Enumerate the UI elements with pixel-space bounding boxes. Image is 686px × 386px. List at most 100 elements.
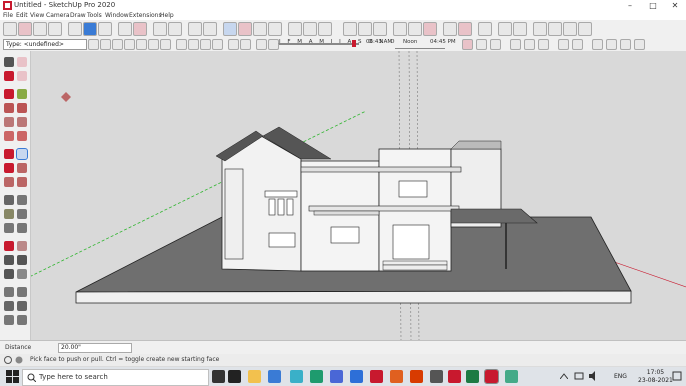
menu-draw[interactable]: Draw bbox=[70, 11, 86, 20]
arc-icon[interactable] bbox=[4, 131, 14, 141]
sketchup-active-icon[interactable] bbox=[484, 369, 499, 384]
zoom-icon[interactable] bbox=[4, 255, 14, 265]
tape-measure-icon[interactable] bbox=[268, 22, 282, 36]
acrobat-icon[interactable] bbox=[448, 370, 461, 383]
menu-edit[interactable]: Edit bbox=[16, 11, 28, 20]
extension-warehouse-icon[interactable] bbox=[443, 22, 457, 36]
rotated-rectangle-icon[interactable] bbox=[17, 103, 27, 113]
rotate-icon[interactable] bbox=[4, 163, 14, 173]
solid-union-icon[interactable] bbox=[176, 39, 187, 50]
app-icon[interactable] bbox=[330, 370, 343, 383]
powerpoint-icon[interactable] bbox=[410, 370, 423, 383]
front-view-icon[interactable] bbox=[533, 22, 547, 36]
wireframe-icon[interactable] bbox=[112, 39, 123, 50]
classifier-icon[interactable] bbox=[606, 39, 617, 50]
language-indicator[interactable]: ENG bbox=[614, 373, 627, 380]
app-icon[interactable] bbox=[290, 370, 303, 383]
push-pull-icon[interactable] bbox=[16, 148, 28, 160]
paint-tool-icon[interactable] bbox=[83, 22, 97, 36]
word-icon[interactable] bbox=[350, 370, 363, 383]
measurements-input[interactable]: 20.00" bbox=[58, 343, 132, 353]
close-button[interactable]: ✕ bbox=[665, 0, 685, 11]
sandbox-icon[interactable] bbox=[228, 39, 239, 50]
freehand-icon[interactable] bbox=[17, 89, 27, 99]
line-tool-icon[interactable] bbox=[33, 22, 47, 36]
credits-icon[interactable] bbox=[15, 356, 23, 364]
shadows-toggle-icon[interactable] bbox=[256, 39, 267, 50]
section-display-icon[interactable] bbox=[476, 39, 487, 50]
shaded-textures-icon[interactable] bbox=[148, 39, 159, 50]
minimize-button[interactable]: – bbox=[620, 0, 640, 11]
polygon-icon[interactable] bbox=[17, 117, 27, 127]
pie-icon[interactable] bbox=[17, 131, 27, 141]
taskbar-clock[interactable]: 17:05 23-08-2021 bbox=[638, 369, 673, 385]
sandbox-tool-icon[interactable] bbox=[17, 315, 27, 325]
text-tool-icon[interactable] bbox=[288, 22, 302, 36]
left-view-icon[interactable] bbox=[578, 22, 592, 36]
polygon-tool-icon[interactable] bbox=[203, 22, 217, 36]
store-icon[interactable] bbox=[228, 370, 241, 383]
menu-tools[interactable]: Tools bbox=[87, 11, 102, 20]
right-view-icon[interactable] bbox=[548, 22, 562, 36]
shaded-icon[interactable] bbox=[136, 39, 147, 50]
time-slider[interactable] bbox=[395, 48, 445, 49]
solid-split-icon[interactable] bbox=[212, 39, 223, 50]
camera-position-icon[interactable] bbox=[510, 39, 521, 50]
select-tool-icon[interactable] bbox=[4, 57, 14, 67]
dynamic-components-icon[interactable] bbox=[620, 39, 631, 50]
app-icon[interactable] bbox=[505, 370, 518, 383]
move-tool-icon[interactable] bbox=[223, 22, 237, 36]
volume-icon[interactable] bbox=[588, 371, 598, 381]
circle-icon[interactable] bbox=[4, 117, 14, 127]
menu-help[interactable]: Help bbox=[160, 11, 174, 20]
tag-type-select[interactable]: Type: <undefined> bbox=[3, 39, 87, 50]
fog-icon[interactable] bbox=[462, 39, 473, 50]
task-view-icon[interactable] bbox=[212, 370, 225, 383]
zoom-extents-icon[interactable] bbox=[393, 22, 407, 36]
eraser-icon[interactable] bbox=[17, 71, 27, 81]
section-plane-icon[interactable] bbox=[17, 301, 27, 311]
move-icon[interactable] bbox=[4, 149, 14, 159]
look-around-icon[interactable] bbox=[538, 39, 549, 50]
edge-browser-icon[interactable] bbox=[268, 370, 281, 383]
text-icon[interactable] bbox=[17, 195, 27, 205]
follow-me-icon[interactable] bbox=[168, 22, 182, 36]
protractor-icon[interactable] bbox=[4, 209, 14, 219]
chevron-up-icon[interactable] bbox=[560, 373, 568, 379]
previous-icon[interactable] bbox=[17, 269, 27, 279]
generate-report-icon[interactable] bbox=[592, 39, 603, 50]
section-cut-icon[interactable] bbox=[490, 39, 501, 50]
pan-tool-icon[interactable] bbox=[358, 22, 372, 36]
monochrome-icon[interactable] bbox=[160, 39, 171, 50]
follow-me-icon[interactable] bbox=[17, 163, 27, 173]
app-icon[interactable] bbox=[430, 370, 443, 383]
axes-icon[interactable] bbox=[17, 209, 27, 219]
pencil-tool-icon[interactable] bbox=[48, 22, 62, 36]
pan-icon[interactable] bbox=[17, 241, 27, 251]
top-view-icon[interactable] bbox=[513, 22, 527, 36]
month-slider[interactable] bbox=[279, 43, 359, 45]
look-around-icon[interactable] bbox=[4, 301, 14, 311]
back-view-icon[interactable] bbox=[563, 22, 577, 36]
app-icon[interactable] bbox=[310, 370, 323, 383]
line-icon[interactable] bbox=[4, 89, 14, 99]
menu-window[interactable]: Window bbox=[105, 11, 129, 20]
component-options-icon[interactable] bbox=[634, 39, 645, 50]
section-plane-icon[interactable] bbox=[318, 22, 332, 36]
layout-icon[interactable] bbox=[458, 22, 472, 36]
rectangle-tool-icon[interactable] bbox=[98, 22, 112, 36]
sketchup-taskbar-icon[interactable] bbox=[370, 370, 383, 383]
orbit-icon[interactable] bbox=[4, 241, 14, 251]
circle-tool-icon[interactable] bbox=[188, 22, 202, 36]
orbit-tool-icon[interactable] bbox=[343, 22, 357, 36]
walk-icon[interactable] bbox=[17, 287, 27, 297]
add-location-icon[interactable] bbox=[558, 39, 569, 50]
zoom-tool-icon[interactable] bbox=[373, 22, 387, 36]
arc-tool-icon[interactable] bbox=[118, 22, 132, 36]
excel-icon[interactable] bbox=[466, 370, 479, 383]
dimension-icon[interactable] bbox=[4, 223, 14, 233]
network-icon[interactable] bbox=[574, 371, 584, 381]
zoom-extents-icon[interactable] bbox=[4, 269, 14, 279]
3d-text-icon[interactable] bbox=[17, 223, 27, 233]
offset-tool-icon[interactable] bbox=[153, 22, 167, 36]
